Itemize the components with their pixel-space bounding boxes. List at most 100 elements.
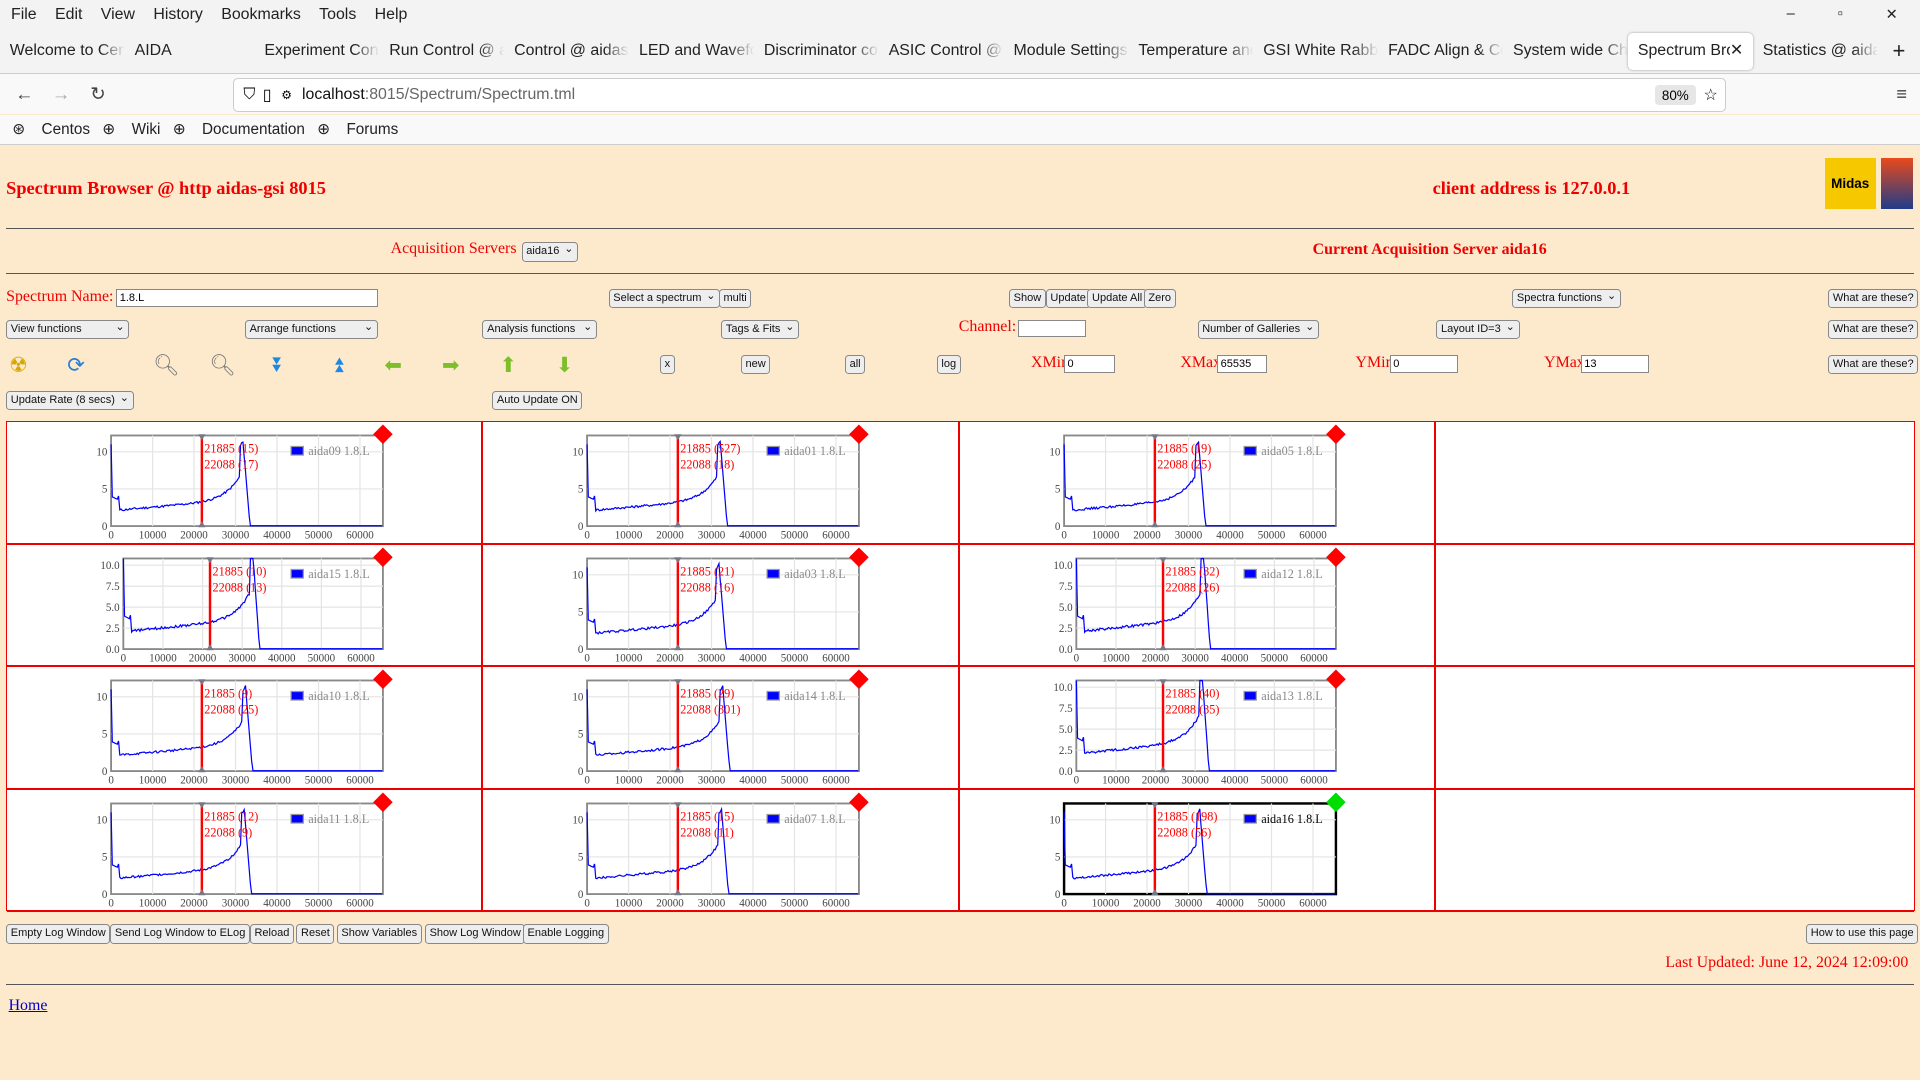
arrow-up-icon[interactable]: ⬆ xyxy=(496,353,520,377)
arrow-right-icon[interactable]: ➡ xyxy=(438,353,462,377)
bookmark-documentation[interactable]: ⊕ Documentation xyxy=(173,120,305,139)
minimize-icon[interactable]: – xyxy=(1787,6,1795,23)
menu-edit[interactable]: Edit xyxy=(55,6,82,24)
hamburger-menu-icon[interactable]: ≡ xyxy=(1883,83,1920,105)
gallery-cell[interactable]: 0 10000 20000 30000 40000 50000 60000 10 5 0 21885… xyxy=(7,422,484,545)
gallery-cell[interactable]: 0 10000 20000 30000 40000 50000 60000 10 5 0 21885… xyxy=(959,789,1437,912)
zero-button[interactable]: Zero xyxy=(1143,288,1176,309)
zoom-out-icon[interactable]: 🔍︎ xyxy=(209,353,235,377)
what-are-these-button[interactable]: What are these? xyxy=(1828,319,1919,339)
menu-help[interactable]: Help xyxy=(375,6,408,24)
log-button[interactable]: log xyxy=(936,355,961,375)
spectrum-name-input[interactable] xyxy=(116,288,378,307)
channel-input[interactable] xyxy=(1017,319,1086,338)
browser-tab[interactable]: ASIC Control @ xyxy=(879,42,1004,60)
layout-dropdown[interactable]: Layout ID=3 xyxy=(1436,319,1520,339)
browser-tab[interactable]: Discriminator control xyxy=(754,42,879,60)
menu-bookmarks[interactable]: Bookmarks xyxy=(221,6,301,24)
what-are-these-button[interactable]: What are these? xyxy=(1828,288,1919,309)
footer-button[interactable]: Show Log Window xyxy=(424,924,526,944)
how-to-use-button[interactable]: How to use this page xyxy=(1806,924,1919,944)
menu-history[interactable]: History xyxy=(153,6,203,24)
close-tab-icon[interactable]: ✕ xyxy=(1730,33,1743,70)
maximize-icon[interactable]: ▫ xyxy=(1838,6,1843,23)
gallery-cell[interactable]: 0 10000 20000 30000 40000 50000 60000 10 5 0 21885… xyxy=(7,789,484,912)
gallery-cell[interactable]: 0 10000 20000 30000 40000 50000 60000 10 5 0 21885… xyxy=(483,544,960,668)
auto-update-button[interactable]: Auto Update ON xyxy=(492,390,583,410)
new-tab-icon[interactable]: + xyxy=(1892,38,1905,64)
x-button[interactable]: x xyxy=(660,355,675,375)
footer-button[interactable]: Enable Logging xyxy=(522,924,609,944)
select-spectrum-dropdown[interactable]: Select a spectrum xyxy=(608,288,721,309)
browser-tab[interactable]: Statistics @ aidas xyxy=(1753,42,1878,60)
browser-tab[interactable]: AIDA xyxy=(125,42,243,60)
refresh-icon[interactable]: ⟳ xyxy=(64,353,88,377)
reload-icon[interactable]: ↻ xyxy=(80,83,117,105)
footer-button[interactable]: Show Variables xyxy=(336,924,422,944)
browser-tab[interactable]: FADC Align & Control xyxy=(1378,42,1503,60)
scroll-up-icon[interactable]: ⏫︎ xyxy=(326,353,350,377)
footer-button[interactable]: Send Log Window to ELog xyxy=(110,924,250,944)
spectra-functions-dropdown[interactable]: Spectra functions xyxy=(1512,288,1621,309)
gallery-cell[interactable]: 0 10000 20000 30000 40000 50000 60000 10 5 0 21885… xyxy=(959,422,1437,545)
close-window-icon[interactable]: ✕ xyxy=(1886,6,1898,23)
all-button[interactable]: all xyxy=(844,355,866,375)
xmin-input[interactable] xyxy=(1064,355,1116,373)
multi-button[interactable]: multi xyxy=(718,288,752,309)
ymin-input[interactable] xyxy=(1389,355,1458,373)
zoom-level[interactable]: 80% xyxy=(1654,85,1697,106)
arrow-down-icon[interactable]: ⬇ xyxy=(552,353,576,377)
footer-button[interactable]: Empty Log Window xyxy=(6,924,111,944)
server-select[interactable]: aida16 xyxy=(521,242,579,262)
permissions-icon[interactable]: ⚙ xyxy=(281,88,292,102)
footer-button[interactable]: Reload xyxy=(249,924,295,944)
menu-file[interactable]: File xyxy=(11,6,37,24)
browser-tab[interactable]: Experiment Control xyxy=(255,42,379,60)
browser-tab[interactable]: Module Settings xyxy=(1004,42,1129,60)
gallery-cell[interactable]: 0 10000 20000 30000 40000 50000 60000 10.0 7.5 5.… xyxy=(959,667,1437,790)
what-are-these-button[interactable]: What are these? xyxy=(1828,355,1919,375)
bookmark-centos[interactable]: ⊛ Centos xyxy=(12,120,90,139)
update-button[interactable]: Update xyxy=(1045,288,1091,309)
browser-tab[interactable]: GSI White Rabbit xyxy=(1253,42,1378,60)
home-link[interactable]: Home xyxy=(9,997,48,1015)
analysis-functions-dropdown[interactable]: Analysis functions xyxy=(482,319,598,339)
gallery-cell[interactable]: 0 10000 20000 30000 40000 50000 60000 10 5 0 21885… xyxy=(483,789,960,912)
browser-tab[interactable]: Spectrum Browser✕ xyxy=(1628,33,1753,70)
browser-tab[interactable]: LED and Waveform xyxy=(629,42,754,60)
forward-icon[interactable]: → xyxy=(43,83,80,105)
star-icon[interactable]: ☆ xyxy=(1703,85,1717,105)
menu-view[interactable]: View xyxy=(101,6,135,24)
back-icon[interactable]: ← xyxy=(6,83,43,105)
bookmark-wiki[interactable]: ⊕ Wiki xyxy=(102,120,160,139)
browser-tab[interactable]: Welcome to Centos xyxy=(0,42,125,60)
tags-fits-dropdown[interactable]: Tags & Fits xyxy=(721,319,800,339)
browser-tab[interactable]: Control @ aidas xyxy=(504,42,629,60)
browser-tab[interactable]: Run Control @ aidas xyxy=(379,42,504,60)
gallery-cell[interactable]: 0 10000 20000 30000 40000 50000 60000 10 5 0 21885… xyxy=(483,667,960,790)
scroll-down-icon[interactable]: ⏬︎ xyxy=(266,353,290,377)
menu-tools[interactable]: Tools xyxy=(319,6,356,24)
arrow-left-icon[interactable]: ⬅ xyxy=(381,353,405,377)
bookmark-forums[interactable]: ⊕ Forums xyxy=(317,120,398,139)
gallery-cell[interactable]: 0 10000 20000 30000 40000 50000 60000 10 5 0 21885… xyxy=(483,422,960,545)
update-all-button[interactable]: Update All xyxy=(1087,288,1147,309)
ymax-input[interactable] xyxy=(1580,355,1649,373)
arrange-functions-dropdown[interactable]: Arrange functions xyxy=(244,319,378,339)
gallery-cell[interactable]: 0 10000 20000 30000 40000 50000 60000 10.0 7.5 5.… xyxy=(959,544,1437,668)
xmax-input[interactable] xyxy=(1217,355,1267,373)
update-rate-dropdown[interactable]: Update Rate (8 secs) xyxy=(6,390,134,410)
gallery-cell[interactable]: 0 10000 20000 30000 40000 50000 60000 10.0 7.5 5.… xyxy=(7,544,484,668)
gallery-cell[interactable]: 0 10000 20000 30000 40000 50000 60000 10 5 0 21885… xyxy=(7,667,484,790)
new-button[interactable]: new xyxy=(740,355,771,375)
footer-button[interactable]: Reset xyxy=(296,924,335,944)
browser-tab[interactable]: System wide Ch xyxy=(1503,42,1628,60)
marker-1-label: 21885 (12) xyxy=(204,809,258,823)
show-button[interactable]: Show xyxy=(1008,288,1046,309)
number-of-galleries-dropdown[interactable]: Number of Galleries xyxy=(1197,319,1319,339)
zoom-in-icon[interactable]: 🔍︎ xyxy=(153,353,179,377)
url-bar[interactable]: ⛉ ▯ ⚙ localhost:8015/Spectrum/Spectrum.t… xyxy=(232,78,1727,113)
radiation-icon[interactable]: ☢ xyxy=(6,353,30,377)
view-functions-dropdown[interactable]: View functions xyxy=(6,319,130,339)
browser-tab[interactable]: Temperature and xyxy=(1129,42,1253,60)
